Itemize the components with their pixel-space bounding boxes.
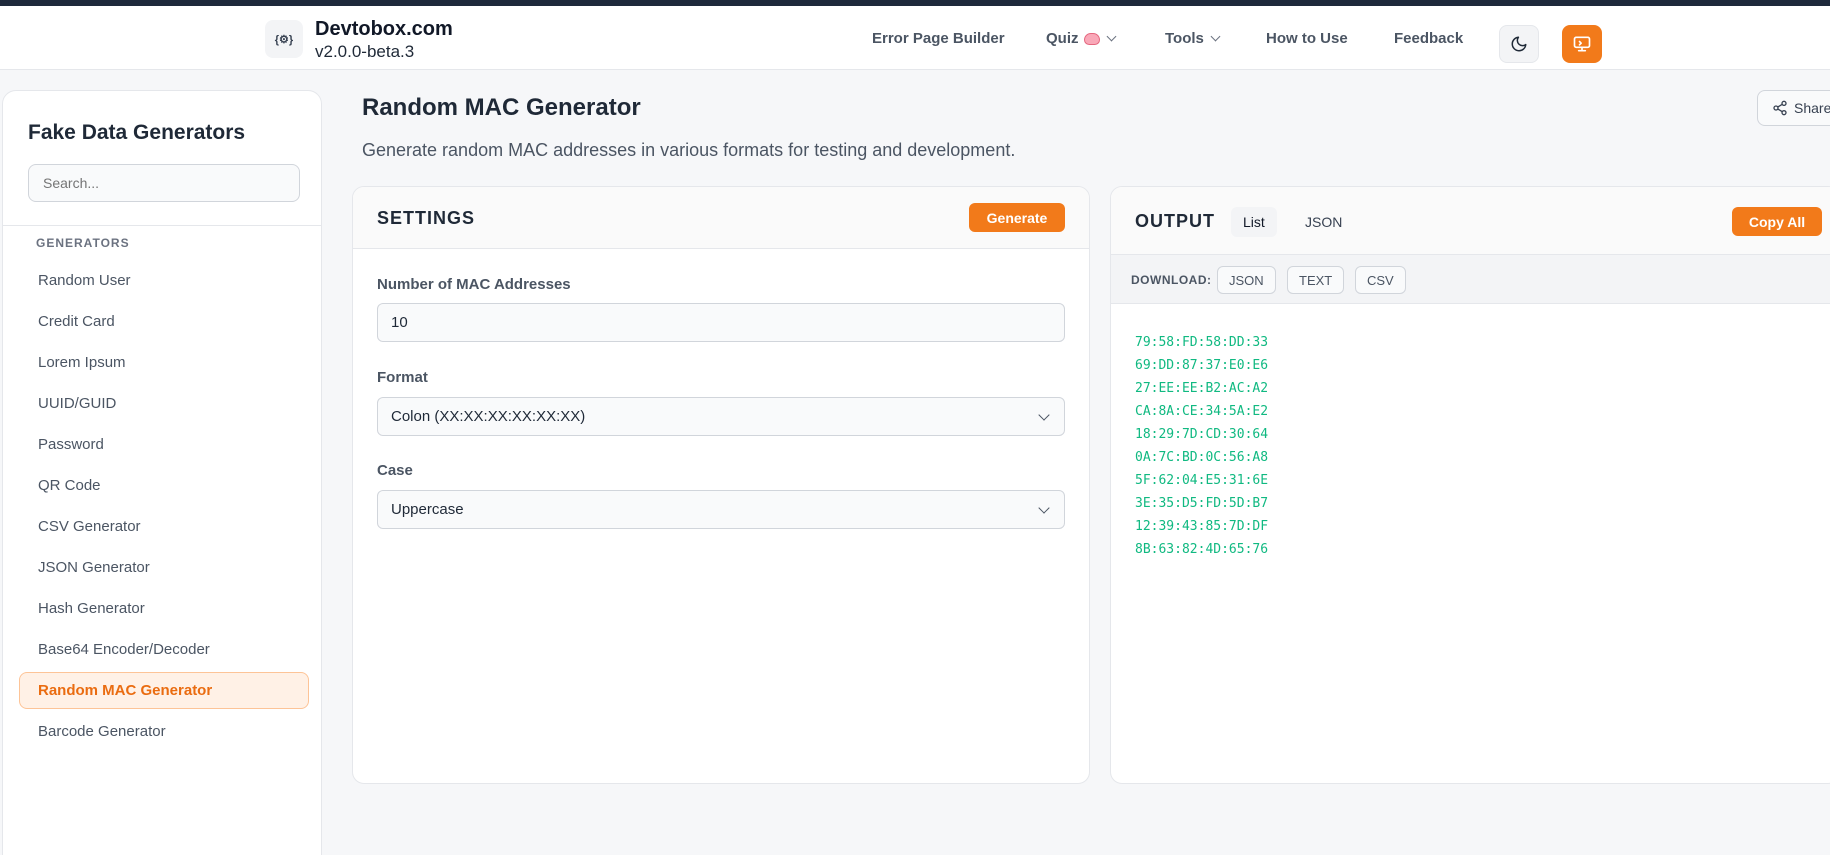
sidebar-item-hash-generator[interactable]: Hash Generator	[19, 590, 309, 627]
sidebar-item-credit-card[interactable]: Credit Card	[19, 303, 309, 340]
list-item: 18:29:7D:CD:30:64	[1135, 427, 1269, 442]
list-item: 27:EE:EE:B2:AC:A2	[1135, 381, 1269, 396]
page-title: Random MAC Generator	[362, 94, 641, 121]
sidebar-item-random-mac-generator[interactable]: Random MAC Generator	[19, 672, 309, 709]
share-button[interactable]: Share	[1757, 90, 1830, 126]
logo-icon[interactable]: {⚙}	[265, 20, 303, 58]
nav-label: Feedback	[1394, 30, 1464, 47]
list-item: 79:58:FD:58:DD:33	[1135, 335, 1269, 350]
settings-title: SETTINGS	[377, 208, 476, 228]
list-item: 3E:35:D5:FD:5D:B7	[1135, 496, 1269, 511]
mac-address-list: 79:58:FD:58:DD:33 69:DD:87:37:E0:E6 27:E…	[1135, 331, 1268, 561]
sidebar-divider	[3, 225, 321, 226]
output-header: OUTPUT List JSON Copy All	[1111, 187, 1830, 254]
nav-quiz[interactable]: Quiz	[1046, 30, 1116, 47]
monitor-icon	[1573, 36, 1591, 52]
nav-label: Tools	[1165, 30, 1204, 47]
sidebar-item-csv-generator[interactable]: CSV Generator	[19, 508, 309, 545]
sidebar-title: Fake Data Generators	[28, 121, 246, 144]
copy-all-button[interactable]: Copy All	[1732, 207, 1822, 236]
chevron-down-icon	[1038, 502, 1050, 514]
nav-label: Quiz	[1046, 30, 1079, 47]
output-title: OUTPUT	[1135, 211, 1215, 231]
download-json-button[interactable]: JSON	[1217, 266, 1276, 294]
tab-list[interactable]: List	[1231, 207, 1277, 237]
count-label: Number of MAC Addresses	[377, 276, 571, 293]
format-select[interactable]: Colon (XX:XX:XX:XX:XX:XX)	[377, 397, 1065, 436]
format-value: Colon (XX:XX:XX:XX:XX:XX)	[391, 408, 586, 425]
brain-icon	[1083, 32, 1100, 45]
count-input[interactable]: 10	[377, 303, 1065, 342]
list-item: 0A:7C:BD:0C:56:A8	[1135, 450, 1269, 465]
sidebar-item-lorem-ipsum[interactable]: Lorem Ipsum	[19, 344, 309, 381]
case-value: Uppercase	[391, 501, 464, 518]
download-text-button[interactable]: TEXT	[1287, 266, 1345, 294]
sidebar: Fake Data Generators GENERATORS Random U…	[2, 90, 322, 855]
list-item: 69:DD:87:37:E0:E6	[1135, 358, 1269, 373]
version-label: v2.0.0-beta.3	[315, 42, 415, 61]
count-value: 10	[391, 314, 408, 331]
download-bar: DOWNLOAD: JSON TEXT CSV	[1111, 254, 1830, 304]
nav-error-page-builder[interactable]: Error Page Builder	[872, 30, 1005, 47]
theme-toggle-button[interactable]	[1499, 25, 1539, 63]
page-subtitle: Generate random MAC addresses in various…	[362, 140, 1016, 160]
nav-how-to-use[interactable]: How to Use	[1266, 30, 1348, 47]
nav-tools[interactable]: Tools	[1165, 30, 1221, 47]
brand-name[interactable]: Devtobox.com	[315, 18, 453, 41]
generate-button[interactable]: Generate	[969, 203, 1065, 232]
share-label: Share	[1794, 100, 1830, 116]
list-item: 12:39:43:85:7D:DF	[1135, 519, 1269, 534]
sidebar-item-barcode-generator[interactable]: Barcode Generator	[19, 713, 309, 750]
sidebar-item-base64[interactable]: Base64 Encoder/Decoder	[19, 631, 309, 668]
sidebar-list: Random User Credit Card Lorem Ipsum UUID…	[19, 262, 309, 754]
share-icon	[1773, 100, 1787, 116]
settings-card: SETTINGS Generate Number of MAC Addresse…	[352, 186, 1090, 784]
download-csv-button[interactable]: CSV	[1355, 266, 1406, 294]
moon-icon	[1511, 36, 1527, 52]
case-label: Case	[377, 462, 413, 479]
app-header: {⚙} Devtobox.com v2.0.0-beta.3 Error Pag…	[0, 6, 1830, 70]
nav-label: How to Use	[1266, 30, 1348, 47]
nav-label: Error Page Builder	[872, 30, 1005, 47]
nav-feedback[interactable]: Feedback	[1394, 30, 1463, 47]
list-item: 5F:62:04:E5:31:6E	[1135, 473, 1269, 488]
chevron-down-icon	[1106, 31, 1116, 42]
download-label: DOWNLOAD:	[1131, 273, 1212, 287]
screen-mode-button[interactable]	[1562, 25, 1602, 63]
settings-header: SETTINGS Generate	[353, 187, 1089, 249]
sidebar-item-qr-code[interactable]: QR Code	[19, 467, 309, 504]
case-select[interactable]: Uppercase	[377, 490, 1065, 529]
sidebar-item-uuid-guid[interactable]: UUID/GUID	[19, 385, 309, 422]
output-card: OUTPUT List JSON Copy All DOWNLOAD: JSON…	[1110, 186, 1830, 784]
sidebar-item-json-generator[interactable]: JSON Generator	[19, 549, 309, 586]
chevron-down-icon	[1038, 409, 1050, 421]
chevron-down-icon	[1210, 31, 1221, 42]
list-item: 8B:63:82:4D:65:76	[1135, 542, 1269, 557]
sidebar-section-label: GENERATORS	[36, 236, 130, 250]
list-item: CA:8A:CE:34:5A:E2	[1135, 404, 1269, 419]
sidebar-search-input[interactable]	[28, 164, 300, 202]
sidebar-item-random-user[interactable]: Random User	[19, 262, 309, 299]
sidebar-item-password[interactable]: Password	[19, 426, 309, 463]
tab-json[interactable]: JSON	[1293, 207, 1354, 237]
format-label: Format	[377, 369, 428, 386]
